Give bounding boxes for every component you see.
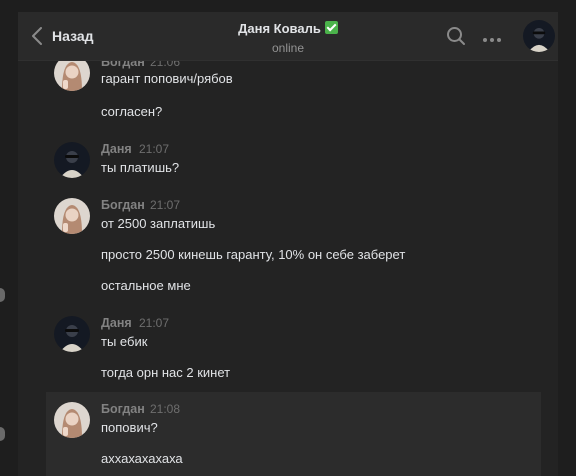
- message-group-selected[interactable]: Богдан 21:08 попович? аххахахахаха: [46, 392, 541, 476]
- author-avatar[interactable]: [54, 402, 90, 438]
- message-author[interactable]: Богдан: [101, 402, 145, 416]
- message-text: попович?: [101, 420, 158, 435]
- message-author[interactable]: Богдан: [101, 198, 145, 212]
- search-icon: [447, 27, 465, 45]
- message-group[interactable]: Богдан 21:06 гарант попович/рябов соглас…: [46, 61, 542, 125]
- message-time: 21:08: [150, 402, 181, 416]
- message-author[interactable]: Даня: [101, 142, 132, 156]
- message-text: от 2500 заплатишь: [101, 216, 216, 231]
- chevron-left-icon: [32, 27, 42, 45]
- message-group[interactable]: Богдан 21:07 от 2500 заплатишь просто 25…: [46, 198, 542, 298]
- peer-info[interactable]: Даня Коваль online: [188, 20, 388, 55]
- message-text: ты платишь?: [101, 160, 180, 175]
- more-dots-icon: [483, 38, 501, 42]
- message-group[interactable]: Даня 21:07 ты платишь?: [46, 142, 542, 182]
- message-text: остальное мне: [101, 278, 191, 293]
- message-text: просто 2500 кинешь гаранту, 10% он себе …: [101, 247, 406, 262]
- message-time: 21:07: [150, 198, 181, 212]
- verified-icon: [324, 21, 338, 35]
- peer-name: Даня Коваль: [238, 21, 321, 37]
- dark-avatar-icon: [523, 20, 555, 52]
- message-group[interactable]: Даня 21:07 ты ебик тогда орн нас 2 кинет: [46, 316, 542, 386]
- peer-status: online: [271, 41, 305, 55]
- search-button[interactable]: [446, 26, 466, 51]
- message-author[interactable]: Даня: [101, 316, 132, 330]
- message-text: тогда орн нас 2 кинет: [101, 365, 231, 380]
- message-text: гарант попович/рябов: [101, 71, 233, 86]
- scroll-indicator: [0, 288, 5, 302]
- author-avatar[interactable]: [54, 61, 90, 91]
- dark-avatar-icon: [54, 316, 90, 352]
- left-edge-indicators: [0, 0, 18, 476]
- message-text: аххахахахаха: [101, 451, 183, 466]
- chat-window: Назад Даня Коваль online Богдан 21:06 га…: [18, 12, 558, 476]
- author-avatar[interactable]: [54, 316, 90, 352]
- message-list: Богдан 21:06 гарант попович/рябов соглас…: [18, 61, 558, 476]
- peer-avatar[interactable]: [523, 20, 555, 52]
- light-avatar-icon: [54, 61, 90, 91]
- back-label: Назад: [52, 28, 94, 44]
- message-text: согласен?: [101, 104, 163, 119]
- dark-avatar-icon: [54, 142, 90, 178]
- message-time: 21:07: [139, 316, 170, 330]
- message-author[interactable]: Богдан: [101, 61, 145, 69]
- chat-header: Назад Даня Коваль online: [18, 12, 558, 61]
- author-avatar[interactable]: [54, 142, 90, 178]
- back-button[interactable]: Назад: [32, 24, 94, 48]
- message-time: 21:06: [150, 61, 181, 69]
- message-text: ты ебик: [101, 334, 148, 349]
- message-time: 21:07: [139, 142, 170, 156]
- author-avatar[interactable]: [54, 198, 90, 234]
- scroll-indicator: [0, 427, 5, 441]
- light-avatar-icon: [54, 198, 90, 234]
- more-button[interactable]: [482, 30, 502, 48]
- light-avatar-icon: [54, 402, 90, 438]
